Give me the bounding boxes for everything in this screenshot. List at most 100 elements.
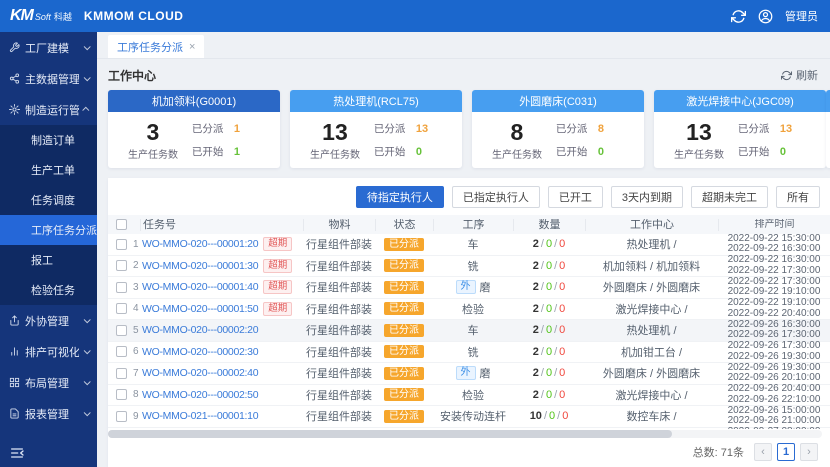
sidebar-subitem[interactable]: 工序任务分派 [0, 215, 97, 245]
table-row[interactable]: 10 WO-MMO-021---00001:30 行星组件部装 已分派 [108, 428, 830, 430]
task-number-link[interactable]: WO-MMO-020---00001:20 [142, 238, 258, 250]
table-row[interactable]: 3 WO-MMO-020---00001:40 超期 行星组件部装 已分派 外 [108, 277, 830, 299]
pagination: 总数: 71条 ‹ 1 › [108, 438, 830, 467]
sidebar-item-label: 排产可视化 [25, 344, 79, 360]
work-center-card-header[interactable]: 热处理机(RCL75) [290, 90, 462, 112]
collapse-sidebar-icon[interactable] [9, 445, 25, 461]
tab-label: 工序任务分派 [117, 39, 183, 55]
filter-button[interactable]: 3天内到期 [611, 186, 683, 208]
sidebar-subitem[interactable]: 制造订单 [0, 125, 97, 155]
material-cell: 行星组件部装 [303, 322, 375, 338]
work-center-card[interactable]: 激光焊接中心(JGC09) 13 生产任务数 已分派 [654, 90, 826, 168]
work-center-card-header[interactable]: 机加领料(G0001) [108, 90, 280, 112]
select-all-checkbox[interactable] [116, 219, 127, 230]
task-number-link[interactable]: WO-MMO-020---00002:20 [142, 324, 258, 336]
work-center-card[interactable]: 机加领料(G0001) 3 生产任务数 已分派 [108, 90, 280, 168]
table-row[interactable]: 6 WO-MMO-020---00002:30 行星组件部装 已分派 [108, 342, 830, 364]
close-icon[interactable]: × [189, 41, 195, 53]
row-checkbox[interactable] [116, 411, 127, 422]
current-page-button[interactable]: 1 [777, 443, 795, 461]
next-page-button[interactable]: › [800, 443, 818, 461]
sidebar-subitem[interactable]: 任务调度 [0, 185, 97, 215]
started-value: 1 [234, 146, 240, 158]
task-count-label: 生产任务数 [118, 146, 188, 161]
sync-icon[interactable] [731, 9, 746, 24]
row-checkbox[interactable] [116, 260, 127, 271]
row-checkbox[interactable] [116, 303, 127, 314]
filter-button[interactable]: 已开工 [548, 186, 603, 208]
sidebar-subitem[interactable]: 生产工单 [0, 155, 97, 185]
table-row[interactable]: 5 WO-MMO-020---00002:20 行星组件部装 已分派 [108, 320, 830, 342]
row-checkbox[interactable] [116, 346, 127, 357]
logo-km: KM [10, 7, 33, 25]
table-row[interactable]: 7 WO-MMO-020---00002:40 行星组件部装 已分派 外 [108, 363, 830, 385]
row-checkbox[interactable] [116, 325, 127, 336]
avatar-icon[interactable] [758, 9, 773, 24]
process-cell: 磨 [480, 365, 491, 381]
filter-label: 待指定执行人 [367, 192, 433, 204]
row-checkbox[interactable] [116, 239, 127, 250]
logo-soft: Soft [35, 12, 51, 22]
sidebar-item-label: 制造运行管理 [25, 102, 79, 118]
sidebar-item-scheduling-visualization[interactable]: 排产可视化 [0, 336, 97, 367]
sidebar-subitem[interactable]: 检验任务 [0, 275, 97, 305]
row-checkbox[interactable] [116, 389, 127, 400]
filter-bar: 待指定执行人 已指定执行人 已开工 3天内到期 [108, 178, 830, 215]
table-row[interactable]: 1 WO-MMO-020---00001:20 超期 行星组件部装 已分派 [108, 234, 830, 256]
assigned-value: 8 [598, 123, 604, 135]
task-count-value: 13 [664, 120, 734, 145]
sidebar-item-master-data[interactable]: 主数据管理 [0, 63, 97, 94]
table-row[interactable]: 9 WO-MMO-021---00001:10 行星组件部装 已分派 [108, 406, 830, 428]
horizontal-scrollbar[interactable] [108, 430, 672, 438]
horizontal-scrollbar-track[interactable] [108, 430, 822, 438]
quantity-cell: 2/0/0 [513, 303, 585, 315]
task-number-link[interactable]: WO-MMO-021---00001:10 [142, 410, 258, 422]
task-number-link[interactable]: WO-MMO-020---00001:30 [142, 260, 258, 272]
filter-label: 3天内到期 [622, 192, 672, 204]
sidebar-item-report-management[interactable]: 报表管理 [0, 398, 97, 429]
column-material: 物料 [303, 219, 375, 231]
work-center-card[interactable]: 热处理机(RCL75) 13 生产任务数 已分派 [290, 90, 462, 168]
sidebar-subitem-label: 制造订单 [31, 132, 75, 148]
sitemap-icon [9, 73, 20, 84]
filter-button[interactable]: 超期未完工 [691, 186, 768, 208]
row-checkbox[interactable] [116, 368, 127, 379]
chevron-down-icon [84, 43, 91, 50]
table-row[interactable]: 2 WO-MMO-020---00001:30 超期 行星组件部装 已分派 [108, 256, 830, 278]
work-center-card-header[interactable]: 激光焊接中心(JGC09) [654, 90, 826, 112]
process-cell: 安装传动连杆 [440, 408, 506, 424]
sidebar-item-layout-management[interactable]: 布局管理 [0, 367, 97, 398]
prev-page-button[interactable]: ‹ [754, 443, 772, 461]
schedule-time-cell: 2022-09-22 16:30:00 2022-09-22 17:30:00 [718, 255, 830, 276]
filter-button[interactable]: 待指定执行人 [356, 186, 444, 208]
status-badge: 已分派 [384, 259, 424, 272]
refresh-button[interactable]: 刷新 [781, 67, 818, 83]
app-window: KM Soft 科越 KMMOM CLOUD 管理员 工厂建模 [0, 0, 830, 467]
sidebar-subitem[interactable]: 报工 [0, 245, 97, 275]
quantity-cell: 2/0/0 [513, 238, 585, 250]
sidebar-subitem-label: 报工 [31, 252, 53, 268]
task-number-link[interactable]: WO-MMO-020---00001:40 [142, 281, 258, 293]
task-number-link[interactable]: WO-MMO-020---00002:40 [142, 367, 258, 379]
work-center-card[interactable]: 外圆磨床(C031) 8 生产任务数 已分派 [472, 90, 644, 168]
row-checkbox[interactable] [116, 282, 127, 293]
brand-logo: KM Soft 科越 KMMOM CLOUD [10, 7, 183, 25]
sidebar-item-label: 外协管理 [25, 313, 79, 329]
tab-process-task-dispatch[interactable]: 工序任务分派 × [108, 35, 204, 58]
work-center-card-partial[interactable] [826, 90, 830, 168]
task-number-link[interactable]: WO-MMO-020---00001:50 [142, 303, 258, 315]
username[interactable]: 管理员 [785, 8, 818, 24]
filter-button[interactable]: 已指定执行人 [452, 186, 540, 208]
sidebar-item-outsourcing[interactable]: 外协管理 [0, 305, 97, 336]
column-schedule-time: 排产时间 [718, 219, 830, 231]
status-badge: 已分派 [384, 238, 424, 251]
filter-button[interactable]: 所有 [776, 186, 820, 208]
task-number-link[interactable]: WO-MMO-020---00002:50 [142, 389, 258, 401]
table-row[interactable]: 8 WO-MMO-020---00002:50 行星组件部装 已分派 [108, 385, 830, 407]
sidebar-item-factory-modeling[interactable]: 工厂建模 [0, 32, 97, 63]
task-number-link[interactable]: WO-MMO-020---00002:30 [142, 346, 258, 358]
table-row[interactable]: 4 WO-MMO-020---00001:50 超期 行星组件部装 已分派 [108, 299, 830, 321]
work-center-name: 激光焊接中心(JGC09) [686, 93, 794, 109]
sidebar-item-manufacturing-ops[interactable]: 制造运行管理 [0, 94, 97, 125]
work-center-card-header[interactable]: 外圆磨床(C031) [472, 90, 644, 112]
